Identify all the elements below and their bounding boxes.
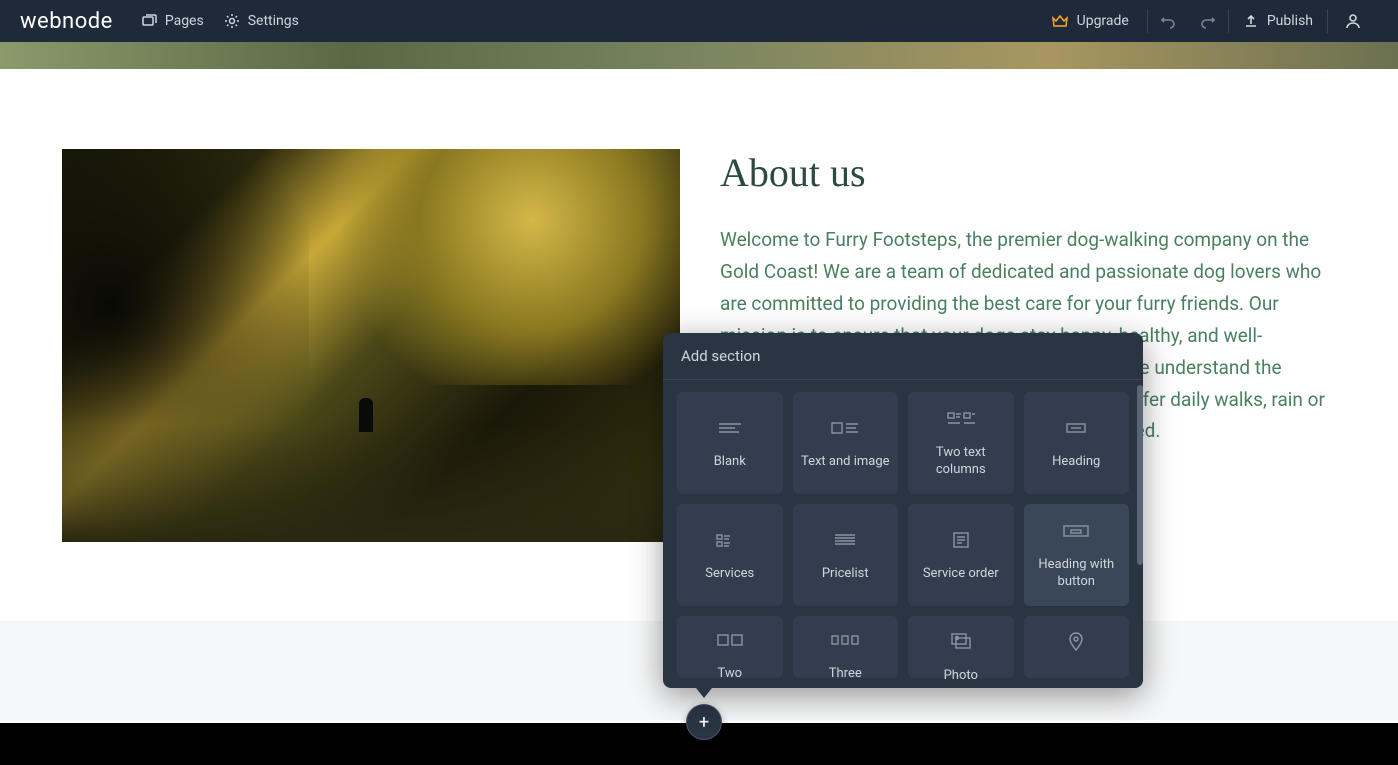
two-icon bbox=[715, 632, 745, 648]
card-label: Pricelist bbox=[822, 566, 869, 583]
two-columns-icon bbox=[946, 407, 976, 431]
card-label: Services bbox=[705, 566, 754, 583]
card-label: Text and image bbox=[801, 454, 890, 471]
section-card-pricelist[interactable]: Pricelist bbox=[793, 504, 899, 606]
popover-tail bbox=[696, 688, 712, 698]
upgrade-label: Upgrade bbox=[1077, 13, 1129, 29]
image-decor bbox=[62, 424, 680, 542]
section-card-service-order[interactable]: Service order bbox=[908, 504, 1014, 606]
add-section-popover: Add section Blank Text and image Two tex… bbox=[663, 333, 1143, 688]
redo-button[interactable] bbox=[1188, 13, 1228, 29]
add-section-button[interactable]: + bbox=[686, 704, 722, 740]
pricelist-icon bbox=[830, 528, 860, 552]
card-label: Two text columns bbox=[916, 445, 1006, 479]
card-label: Blank bbox=[714, 454, 746, 471]
account-button[interactable] bbox=[1328, 12, 1378, 30]
services-icon bbox=[715, 528, 745, 552]
about-heading[interactable]: About us bbox=[720, 149, 1336, 196]
section-card-heading-with-button[interactable]: Heading with button bbox=[1024, 504, 1130, 606]
undo-button[interactable] bbox=[1148, 13, 1188, 29]
image-decor bbox=[359, 398, 373, 432]
publish-button[interactable]: Publish bbox=[1229, 13, 1327, 29]
section-card-heading[interactable]: Heading bbox=[1024, 392, 1130, 494]
gear-icon bbox=[224, 13, 240, 29]
card-label: Three bbox=[829, 666, 862, 683]
brand-text: webnode bbox=[20, 9, 113, 34]
section-card-photo[interactable]: Photo bbox=[908, 616, 1014, 678]
card-label: Heading bbox=[1052, 454, 1100, 471]
heading-button-icon bbox=[1060, 519, 1092, 543]
card-label: Heading with button bbox=[1032, 557, 1122, 591]
nav-links: Pages Settings bbox=[141, 13, 299, 29]
popover-title: Add section bbox=[663, 333, 1143, 380]
image-decor bbox=[309, 149, 680, 385]
upload-icon bbox=[1243, 13, 1259, 29]
card-label: Two bbox=[717, 666, 742, 683]
toolbar-left: webnode Pages Setting bbox=[20, 9, 299, 34]
nav-pages[interactable]: Pages bbox=[141, 13, 204, 29]
nav-settings-label: Settings bbox=[248, 13, 299, 29]
redo-icon bbox=[1200, 13, 1216, 29]
section-card-location[interactable] bbox=[1024, 616, 1130, 678]
section-card-two[interactable]: Two bbox=[677, 616, 783, 678]
scrollbar-thumb[interactable] bbox=[1137, 385, 1143, 565]
blank-icon bbox=[715, 416, 745, 440]
popover-grid: Blank Text and image Two text columns He… bbox=[663, 380, 1143, 688]
section-card-blank[interactable]: Blank bbox=[677, 392, 783, 494]
nav-settings[interactable]: Settings bbox=[224, 13, 299, 29]
section-card-three[interactable]: Three bbox=[793, 616, 899, 678]
photo-icon bbox=[946, 632, 976, 650]
upgrade-button[interactable]: Upgrade bbox=[1033, 12, 1147, 30]
undo-icon bbox=[1160, 13, 1176, 29]
pages-icon bbox=[141, 13, 157, 29]
popover-scrollbar[interactable] bbox=[1137, 377, 1143, 617]
about-image[interactable] bbox=[62, 149, 680, 542]
top-toolbar: webnode Pages Setting bbox=[0, 0, 1398, 42]
user-icon bbox=[1344, 12, 1362, 30]
card-label: Service order bbox=[923, 566, 999, 583]
toolbar-right: Upgrade Publish bbox=[1033, 9, 1378, 33]
card-label: Photo bbox=[944, 668, 978, 685]
service-order-icon bbox=[946, 528, 976, 552]
nav-pages-label: Pages bbox=[165, 13, 204, 29]
section-card-services[interactable]: Services bbox=[677, 504, 783, 606]
three-icon bbox=[830, 632, 860, 648]
pin-icon bbox=[1067, 632, 1085, 652]
hero-band-image bbox=[0, 42, 1398, 69]
heading-icon bbox=[1061, 416, 1091, 440]
plus-icon: + bbox=[699, 712, 709, 733]
publish-label: Publish bbox=[1267, 13, 1313, 29]
section-card-two-text-columns[interactable]: Two text columns bbox=[908, 392, 1014, 494]
brand-logo[interactable]: webnode bbox=[20, 9, 113, 34]
crown-icon bbox=[1051, 12, 1069, 30]
text-image-icon bbox=[830, 416, 860, 440]
section-card-text-and-image[interactable]: Text and image bbox=[793, 392, 899, 494]
